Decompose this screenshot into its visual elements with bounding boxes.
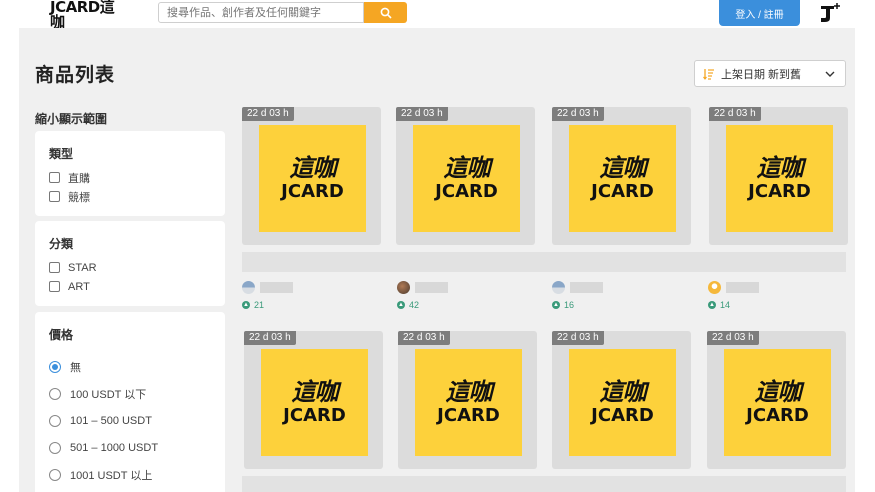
avatar: [552, 281, 565, 294]
creator-name-placeholder: [726, 282, 759, 293]
radio-button[interactable]: [49, 360, 61, 373]
countdown-badge: 22 d 03 h: [396, 107, 448, 121]
top-bar: JCARD這咖 marketplace 登入 / 註冊: [0, 0, 875, 37]
radio-button[interactable]: [49, 414, 61, 427]
filter-type-panel: 類型 直購 競標: [35, 131, 225, 216]
filter-type-title: 類型: [49, 147, 74, 161]
like-icon: ▲: [397, 301, 405, 309]
like-count: ▲ 42: [397, 300, 420, 310]
creator-info[interactable]: [708, 281, 759, 294]
product-card[interactable]: 22 d 03 h 這咖 JCARD: [707, 331, 846, 469]
card-title-strip: [242, 252, 846, 272]
product-image: 這咖 JCARD: [726, 125, 833, 232]
filter-category-option[interactable]: STAR: [49, 258, 211, 277]
filter-title: 縮小顯示範圍: [35, 112, 108, 126]
radio-button[interactable]: [49, 387, 61, 400]
filter-price-option[interactable]: 501 – 1000 USDT: [49, 434, 211, 461]
product-card[interactable]: 22 d 03 h 這咖 JCARD: [552, 107, 691, 245]
filter-category-panel: 分類 STAR ART: [35, 221, 225, 306]
filter-price-panel: 價格 無 100 USDT 以下 101 – 500 USDT 501 – 10…: [35, 312, 225, 492]
countdown-badge: 22 d 03 h: [244, 331, 296, 345]
like-count: ▲ 14: [708, 300, 731, 310]
jcard-app-icon[interactable]: [817, 1, 845, 25]
product-card[interactable]: 22 d 03 h 這咖 JCARD: [398, 331, 537, 469]
filter-type-option[interactable]: 競標: [49, 187, 211, 206]
product-image: 這咖 JCARD: [724, 349, 831, 456]
product-image: 這咖 JCARD: [569, 349, 676, 456]
countdown-badge: 22 d 03 h: [709, 107, 761, 121]
avatar: [397, 281, 410, 294]
countdown-badge: 22 d 03 h: [707, 331, 759, 345]
product-card[interactable]: 22 d 03 h 這咖 JCARD: [396, 107, 535, 245]
filter-price-option[interactable]: 101 – 500 USDT: [49, 407, 211, 434]
countdown-badge: 22 d 03 h: [552, 107, 604, 121]
creator-info[interactable]: [552, 281, 603, 294]
search-icon: [380, 7, 392, 19]
search-button[interactable]: [364, 2, 407, 23]
sort-label: 上架日期 新到舊: [721, 68, 802, 81]
creator-info[interactable]: [242, 281, 293, 294]
like-icon: ▲: [242, 301, 250, 309]
product-card[interactable]: 22 d 03 h 這咖 JCARD: [709, 107, 848, 245]
product-image: 這咖 JCARD: [261, 349, 368, 456]
creator-name-placeholder: [260, 282, 293, 293]
countdown-badge: 22 d 03 h: [242, 107, 294, 121]
checkbox[interactable]: [49, 281, 60, 292]
checkbox[interactable]: [49, 172, 60, 183]
avatar: [242, 281, 255, 294]
filter-price-option[interactable]: 無: [49, 353, 211, 380]
product-card[interactable]: 22 d 03 h 這咖 JCARD: [244, 331, 383, 469]
filter-price-option[interactable]: 100 USDT 以下: [49, 380, 211, 407]
login-register-button[interactable]: 登入 / 註冊: [719, 0, 800, 26]
product-card[interactable]: 22 d 03 h 這咖 JCARD: [552, 331, 691, 469]
chevron-down-icon: [825, 71, 835, 77]
product-image: 這咖 JCARD: [569, 125, 676, 232]
logo-text: JCARD這咖: [50, 0, 115, 31]
sort-dropdown[interactable]: 上架日期 新到舊: [694, 60, 846, 87]
product-image: 這咖 JCARD: [415, 349, 522, 456]
countdown-badge: 22 d 03 h: [552, 331, 604, 345]
product-image: 這咖 JCARD: [413, 125, 520, 232]
filter-price-title: 價格: [49, 328, 74, 342]
checkbox[interactable]: [49, 262, 60, 273]
filter-price-option[interactable]: 1001 USDT 以上: [49, 461, 211, 488]
sort-icon: [703, 68, 714, 80]
like-icon: ▲: [708, 301, 716, 309]
countdown-badge: 22 d 03 h: [398, 331, 450, 345]
product-card[interactable]: 22 d 03 h 這咖 JCARD: [242, 107, 381, 245]
product-image: 這咖 JCARD: [259, 125, 366, 232]
card-title-strip: [242, 476, 846, 492]
radio-button[interactable]: [49, 468, 61, 481]
like-count: ▲ 21: [242, 300, 265, 310]
radio-button[interactable]: [49, 441, 61, 454]
creator-name-placeholder: [570, 282, 603, 293]
logo[interactable]: JCARD這咖 marketplace: [50, 0, 128, 37]
filter-category-option[interactable]: ART: [49, 277, 211, 296]
creator-name-placeholder: [415, 282, 448, 293]
avatar: [708, 281, 721, 294]
page-title: 商品列表: [35, 65, 116, 86]
like-icon: ▲: [552, 301, 560, 309]
filter-category-title: 分類: [49, 237, 74, 251]
filter-type-option[interactable]: 直購: [49, 168, 211, 187]
checkbox[interactable]: [49, 191, 60, 202]
search-input[interactable]: [158, 2, 364, 23]
creator-info[interactable]: [397, 281, 448, 294]
like-count: ▲ 16: [552, 300, 575, 310]
